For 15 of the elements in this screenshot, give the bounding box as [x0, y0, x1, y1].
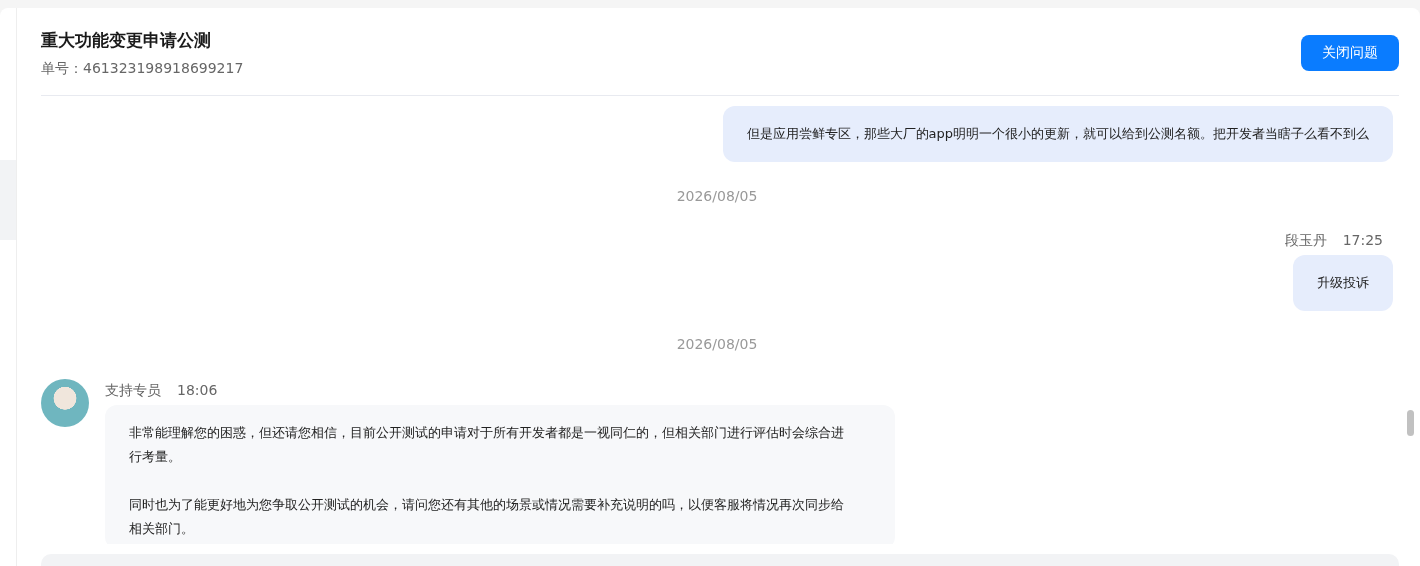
message-text: 但是应用尝鲜专区，那些大厂的app明明一个很小的更新，就可以给到公测名额。把开发者当瞎子么看不到么	[746, 124, 1369, 143]
ticket-number: 单号：461323198918699217	[41, 60, 244, 78]
message-text: 非常能理解您的困惑，但还请您相信，目前公开测试的申请对于所有开发者都是一视同仁的，但相关部门进行评估时会综合进行考量。	[129, 423, 845, 466]
date-separator: 2026/08/05	[676, 334, 758, 353]
scrollbar-thumb[interactable]	[1407, 410, 1414, 436]
message-time: 17:25	[1342, 230, 1383, 249]
message-text: 同时也为了能更好地为您争取公开测试的机会，请问您还有其他的场景或情况需要补充说明的吗，以便客服将情况再次同步给相关部门。	[129, 495, 845, 538]
date-separator: 2026/08/05	[676, 186, 758, 205]
page-title: 重大功能变更申请公测	[41, 29, 212, 52]
message-text: 升级投诉	[1317, 273, 1369, 292]
close-issue-button[interactable]: 关闭问题	[1301, 35, 1399, 71]
avatar	[41, 378, 89, 427]
sender-name: 支持专员	[105, 380, 161, 399]
sender-name: 段玉丹	[1284, 230, 1327, 249]
message-time: 18:06	[177, 380, 218, 399]
